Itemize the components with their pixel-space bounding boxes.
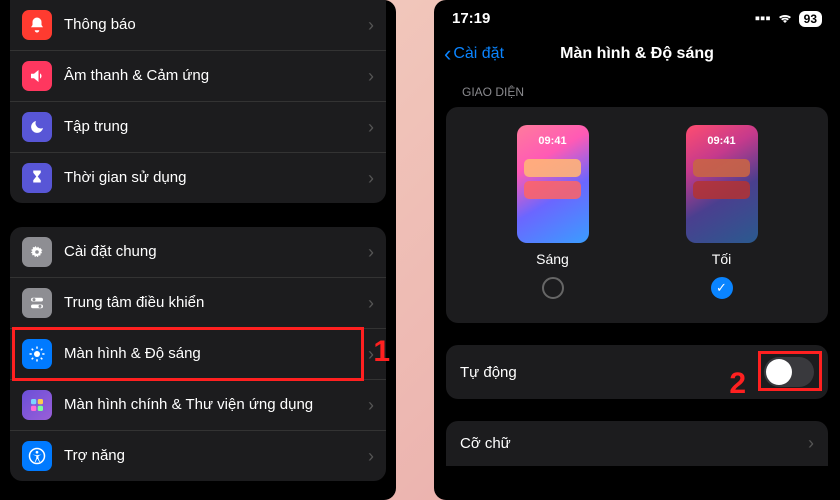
settings-row-sounds[interactable]: Âm thanh & Cảm ứng › — [10, 51, 386, 102]
row-label: Thời gian sử dụng — [64, 169, 368, 187]
status-bar: 17:19 ▪▪▪ 93 — [434, 0, 840, 35]
appearance-option-light[interactable]: 09:41 Sáng — [517, 125, 589, 299]
status-time: 17:19 — [452, 10, 490, 27]
settings-row-control-center[interactable]: Trung tâm điều khiển › — [10, 278, 386, 329]
text-size-label: Cỡ chữ — [460, 435, 808, 452]
preview-widget — [524, 181, 582, 199]
settings-group-2: Cài đặt chung › Trung tâm điều khiển › M… — [10, 227, 386, 481]
annotation-number-2: 2 — [729, 367, 746, 401]
row-label: Trợ năng — [64, 447, 368, 465]
chevron-right-icon: › — [368, 168, 374, 189]
section-header-appearance: GIAO DIỆN — [434, 85, 840, 107]
light-radio[interactable] — [542, 277, 564, 299]
dark-preview: 09:41 — [686, 125, 758, 243]
settings-row-general[interactable]: Cài đặt chung › — [10, 227, 386, 278]
preview-widget — [693, 181, 751, 199]
preview-widget — [524, 159, 582, 177]
row-label: Tập trung — [64, 118, 368, 136]
settings-row-accessibility[interactable]: Trợ năng › — [10, 431, 386, 481]
dark-label: Tối — [712, 251, 731, 267]
row-label: Cài đặt chung — [64, 243, 368, 261]
row-label: Màn hình chính & Thư viện ứng dụng — [64, 396, 368, 414]
brightness-icon — [22, 339, 52, 369]
settings-group-1: Thông báo › Âm thanh & Cảm ứng › Tập tru… — [10, 0, 386, 203]
chevron-right-icon: › — [368, 66, 374, 87]
chevron-right-icon: › — [368, 446, 374, 467]
battery-indicator: 93 — [799, 11, 822, 27]
display-brightness-screen: 17:19 ▪▪▪ 93 ‹ Cài đặt Màn hình & Độ sán… — [434, 0, 840, 500]
accessibility-icon — [22, 441, 52, 471]
light-label: Sáng — [536, 251, 569, 267]
row-label: Âm thanh & Cảm ứng — [64, 67, 368, 85]
gear-icon — [22, 237, 52, 267]
annotation-number-1: 1 — [373, 335, 390, 369]
light-preview: 09:41 — [517, 125, 589, 243]
nav-bar: ‹ Cài đặt Màn hình & Độ sáng — [434, 35, 840, 85]
row-label: Trung tâm điều khiển — [64, 294, 368, 312]
hourglass-icon — [22, 163, 52, 193]
row-label: Thông báo — [64, 16, 368, 34]
appearance-card: 09:41 Sáng 09:41 Tối ✓ — [446, 107, 828, 323]
automatic-row: Tự động 2 — [446, 345, 828, 399]
page-title: Màn hình & Độ sáng — [444, 45, 830, 63]
switches-icon — [22, 288, 52, 318]
automatic-toggle[interactable] — [764, 357, 814, 387]
preview-time: 09:41 — [686, 135, 758, 147]
settings-row-home-screen[interactable]: Màn hình chính & Thư viện ứng dụng › — [10, 380, 386, 431]
settings-list-screen: Thông báo › Âm thanh & Cảm ứng › Tập tru… — [0, 0, 396, 500]
preview-time: 09:41 — [517, 135, 589, 147]
settings-row-screentime[interactable]: Thời gian sử dụng › — [10, 153, 386, 203]
battery-percent: 93 — [804, 12, 817, 26]
appearance-option-dark[interactable]: 09:41 Tối ✓ — [686, 125, 758, 299]
chevron-right-icon: › — [368, 293, 374, 314]
settings-row-display-brightness[interactable]: Màn hình & Độ sáng › 1 — [10, 329, 386, 380]
dark-radio[interactable]: ✓ — [711, 277, 733, 299]
text-size-row[interactable]: Cỡ chữ › — [446, 421, 828, 466]
settings-row-notifications[interactable]: Thông báo › — [10, 0, 386, 51]
speaker-icon — [22, 61, 52, 91]
chevron-right-icon: › — [368, 395, 374, 416]
chevron-right-icon: › — [368, 15, 374, 36]
row-label: Màn hình & Độ sáng — [64, 345, 368, 363]
chevron-right-icon: › — [808, 433, 814, 454]
chevron-right-icon: › — [368, 117, 374, 138]
automatic-label: Tự động — [460, 364, 764, 381]
chevron-right-icon: › — [368, 242, 374, 263]
wifi-icon — [777, 10, 793, 27]
settings-row-focus[interactable]: Tập trung › — [10, 102, 386, 153]
cellular-icon: ▪▪▪ — [755, 10, 771, 27]
bell-icon — [22, 10, 52, 40]
toggle-knob — [766, 359, 792, 385]
grid-icon — [22, 390, 52, 420]
preview-widget — [693, 159, 751, 177]
moon-icon — [22, 112, 52, 142]
